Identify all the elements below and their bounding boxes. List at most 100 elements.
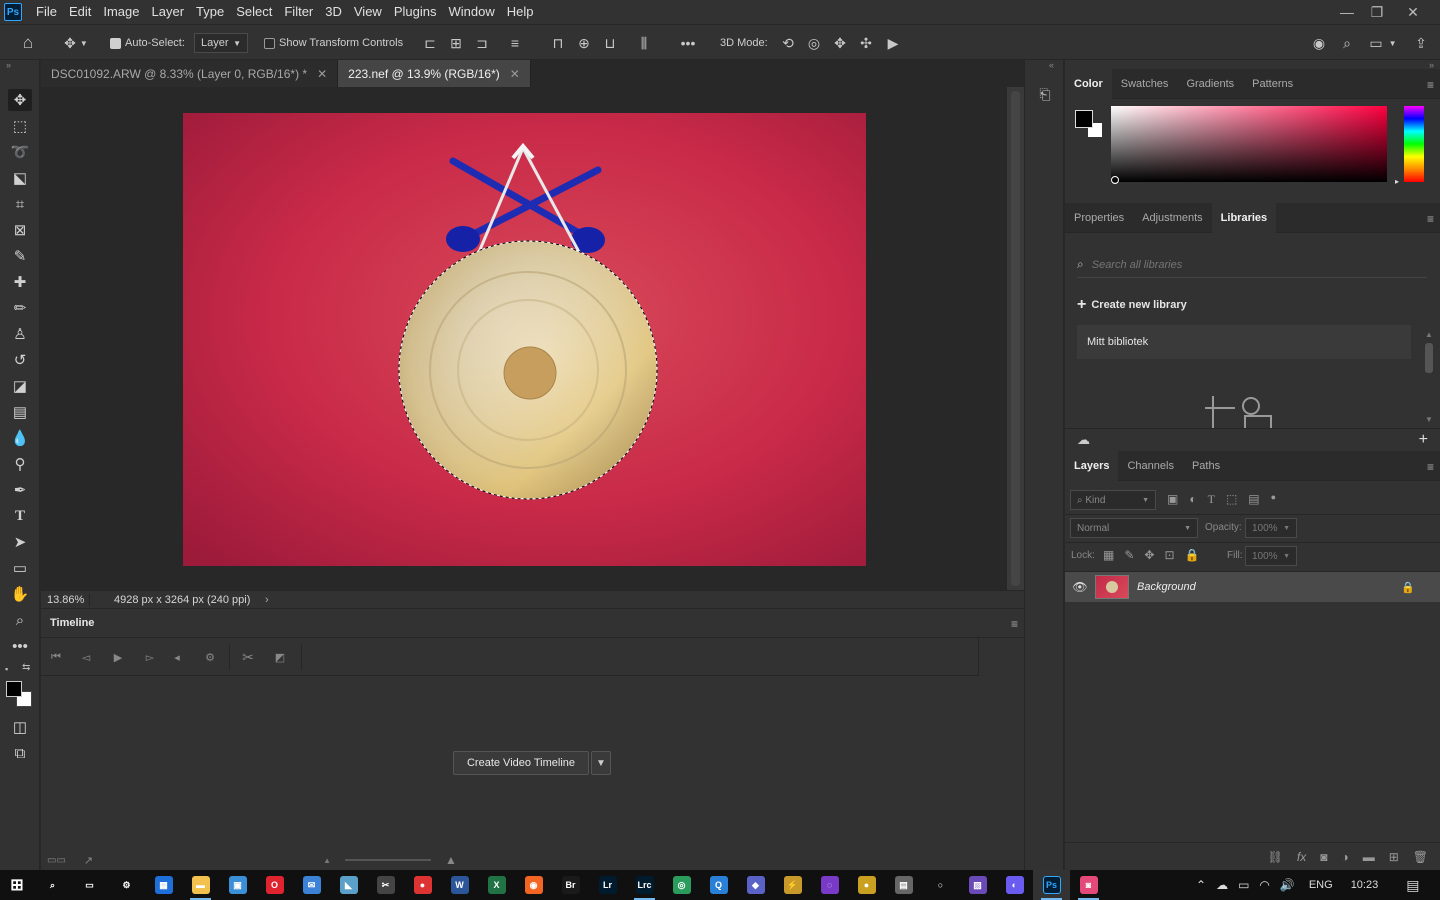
battery-icon[interactable]: ▭	[1238, 878, 1249, 892]
align-bottom-icon[interactable]: ⊔	[600, 33, 620, 53]
tab-document-1[interactable]: DSC01092.ARW @ 8.33% (Layer 0, RGB/16*) …	[41, 60, 339, 87]
previous-frame-icon[interactable]: ◅	[77, 648, 95, 666]
scale-3d-icon[interactable]: ▶	[882, 33, 904, 53]
object-selection-tool-icon[interactable]: ⬕	[8, 167, 32, 189]
color-panel-menu-icon[interactable]: ≡	[1427, 78, 1434, 92]
taskbar-settings-icon[interactable]: ⚙	[108, 870, 145, 900]
library-item[interactable]: Mitt bibliotek	[1077, 325, 1411, 359]
hand-tool-icon[interactable]: ✋	[8, 583, 32, 605]
taskbar-bridge-icon[interactable]: Br	[552, 870, 589, 900]
screen-mode-icon[interactable]: ⧉	[8, 742, 32, 764]
roll-3d-icon[interactable]: ◎	[804, 33, 824, 53]
taskbar-app-violet-icon[interactable]: ◌	[811, 870, 848, 900]
timeline-menu-icon[interactable]: ≡	[1011, 617, 1018, 631]
layer-name[interactable]: Background	[1137, 581, 1401, 593]
add-mask-icon[interactable]: ◙	[1320, 850, 1327, 864]
libraries-scrollbar[interactable]: ▲ ▼	[1423, 330, 1435, 426]
zoom-out-timeline-icon[interactable]: ▲	[323, 856, 331, 865]
new-layer-icon[interactable]: ⊞	[1389, 850, 1399, 864]
go-to-first-frame-icon[interactable]: ⏮	[47, 648, 65, 666]
collapse-toolbar-icon[interactable]: »	[6, 60, 11, 70]
tab-document-2[interactable]: 223.nef @ 13.9% (RGB/16*) ✕	[338, 60, 531, 87]
align-right-icon[interactable]: ⊐	[472, 33, 492, 53]
status-expand-icon[interactable]: ›	[265, 594, 269, 606]
add-library-item-icon[interactable]: +	[1419, 431, 1428, 449]
filter-adjustment-icon[interactable]: ◐	[1189, 492, 1196, 507]
restore-button[interactable]: ❐	[1360, 0, 1394, 24]
notifications-icon[interactable]: ▤	[1406, 877, 1419, 894]
filter-toggle-icon[interactable]: ●	[1271, 492, 1276, 507]
fill-input[interactable]: 100% ▼	[1245, 546, 1297, 566]
edit-toolbar-icon[interactable]: •••	[8, 635, 32, 657]
tab-patterns[interactable]: Patterns	[1243, 69, 1302, 99]
menu-type[interactable]: Type	[190, 0, 230, 24]
delete-layer-icon[interactable]: 🗑	[1413, 850, 1428, 864]
taskbar-app-blue-icon[interactable]: Q	[700, 870, 737, 900]
tab-swatches[interactable]: Swatches	[1112, 69, 1178, 99]
close-tab-icon[interactable]: ✕	[510, 67, 520, 81]
slide-3d-icon[interactable]: ✣	[856, 33, 876, 53]
menu-window[interactable]: Window	[442, 0, 500, 24]
timeline-settings-icon[interactable]: ⚙	[201, 648, 219, 666]
lock-transparent-icon[interactable]: ▦	[1103, 548, 1114, 562]
taskbar-explorer-icon[interactable]: ▬	[182, 870, 219, 900]
close-tab-icon[interactable]: ✕	[317, 67, 327, 81]
menu-view[interactable]: View	[348, 0, 388, 24]
tab-color[interactable]: Color	[1065, 69, 1112, 99]
align-middle-icon[interactable]: ⊕	[574, 33, 594, 53]
taskbar-lightroom-cc-icon[interactable]: Lrc	[626, 870, 663, 900]
play-icon[interactable]: ▶	[109, 648, 127, 666]
eyedropper-tool-icon[interactable]: ✎	[8, 245, 32, 267]
start-windows-icon[interactable]: ⊞	[0, 870, 34, 900]
expand-panels-icon[interactable]: «	[1049, 60, 1054, 70]
volume-icon[interactable]: 🔊	[1280, 878, 1295, 892]
marquee-tool-icon[interactable]: ⬚	[8, 115, 32, 137]
frame-tool-icon[interactable]: ⊠	[8, 219, 32, 241]
history-brush-tool-icon[interactable]: ↺	[8, 349, 32, 371]
filter-shape-icon[interactable]: ⬚	[1226, 492, 1237, 507]
filter-type-icon[interactable]: T	[1208, 492, 1215, 507]
convert-icon[interactable]: ↗	[84, 854, 93, 867]
taskbar-excel-icon[interactable]: X	[478, 870, 515, 900]
create-new-library-button[interactable]: + Create new library	[1077, 296, 1187, 314]
next-frame-icon[interactable]: ▻	[141, 648, 159, 666]
default-colors-icon[interactable]: ▪	[5, 664, 8, 674]
quick-mask-icon[interactable]: ◫	[8, 716, 32, 738]
taskbar-photoshop-icon[interactable]: Ps	[1033, 870, 1070, 900]
zoom-tool-icon[interactable]: ⌕	[8, 609, 32, 631]
opacity-input[interactable]: 100% ▼	[1245, 518, 1297, 538]
timeline-type-dropdown-icon[interactable]: ▼	[591, 751, 611, 775]
library-search[interactable]: ⌕	[1077, 252, 1427, 278]
pen-tool-icon[interactable]: ✒	[8, 479, 32, 501]
lock-image-icon[interactable]: ✎	[1124, 548, 1134, 562]
swap-colors-icon[interactable]: ⇆	[22, 662, 30, 673]
path-selection-tool-icon[interactable]: ➤	[8, 531, 32, 553]
distribute-icon[interactable]: ≡	[505, 33, 525, 53]
frame-animation-icon[interactable]: ▭▭	[47, 855, 66, 866]
taskbar-search-icon[interactable]: ⌕	[34, 870, 71, 900]
taskbar-opera-icon[interactable]: O	[256, 870, 293, 900]
menu-3d[interactable]: 3D	[319, 0, 348, 24]
eraser-tool-icon[interactable]: ◪	[8, 375, 32, 397]
lasso-tool-icon[interactable]: ➰	[8, 141, 32, 163]
taskbar-cortana-icon[interactable]: ○	[922, 870, 959, 900]
new-adjustment-layer-icon[interactable]: ◑	[1341, 850, 1348, 864]
taskbar-app-shark-icon[interactable]: ◣	[330, 870, 367, 900]
history-panel-icon[interactable]: ⎗	[1035, 82, 1055, 106]
library-search-input[interactable]	[1091, 258, 1392, 271]
new-group-icon[interactable]: ▬	[1363, 850, 1375, 864]
tab-channels[interactable]: Channels	[1118, 451, 1182, 481]
pan-3d-icon[interactable]: ✥	[830, 33, 850, 53]
tab-paths[interactable]: Paths	[1183, 451, 1229, 481]
share-icon[interactable]: ⇪	[1410, 33, 1432, 53]
transition-icon[interactable]: ◩	[271, 648, 289, 666]
clone-stamp-tool-icon[interactable]: ♙	[8, 323, 32, 345]
blend-mode-dropdown[interactable]: Normal ▼	[1070, 518, 1198, 538]
layer-row[interactable]: 👁 Background 🔒	[1065, 572, 1440, 602]
taskbar-mail-icon[interactable]: ✉	[293, 870, 330, 900]
zoom-level[interactable]: 13.86%	[41, 594, 89, 606]
taskbar-task-view-icon[interactable]: ▭	[71, 870, 108, 900]
search-icon[interactable]: ⌕	[1336, 33, 1358, 53]
timeline-zoom-slider[interactable]	[345, 859, 432, 861]
taskbar-app-camera-icon[interactable]: ◙	[1070, 870, 1107, 900]
